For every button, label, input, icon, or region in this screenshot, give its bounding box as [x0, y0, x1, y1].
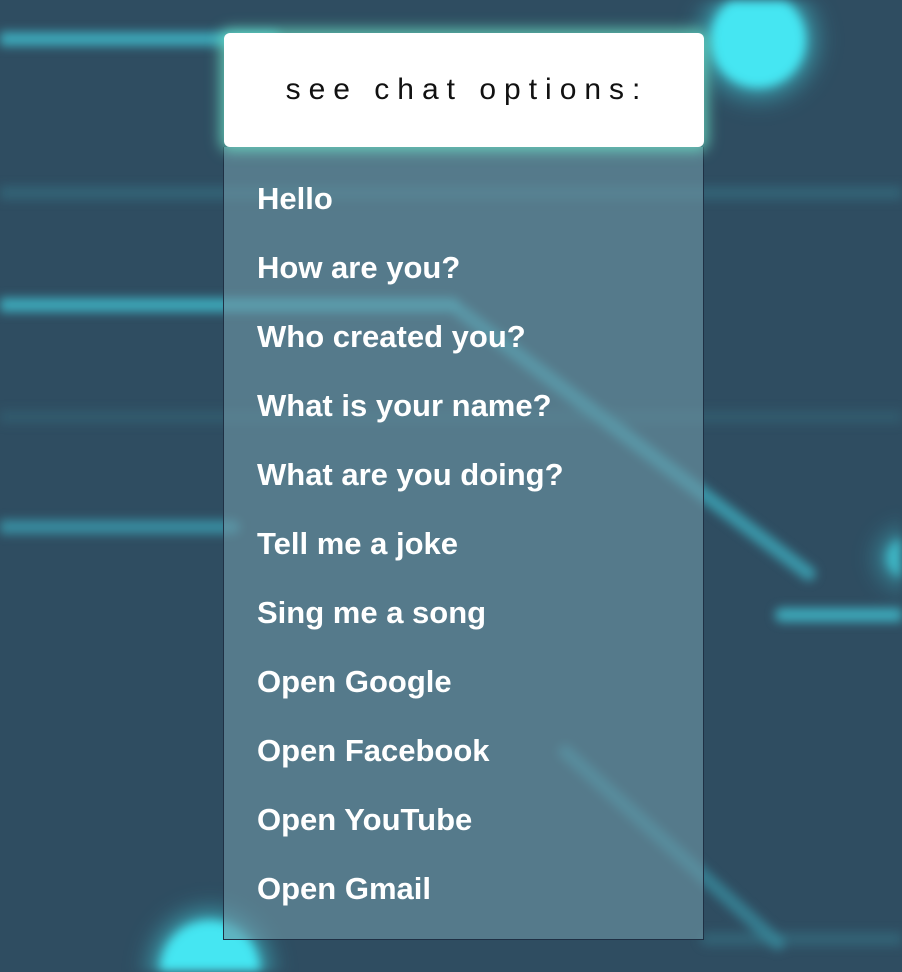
option-hello[interactable]: Hello — [257, 179, 703, 248]
option-tell-me-a-joke[interactable]: Tell me a joke — [257, 524, 703, 593]
option-open-google[interactable]: Open Google — [257, 662, 703, 731]
option-open-facebook[interactable]: Open Facebook — [257, 731, 703, 800]
option-sing-me-a-song[interactable]: Sing me a song — [257, 593, 703, 662]
option-how-are-you[interactable]: How are you? — [257, 248, 703, 317]
option-open-gmail[interactable]: Open Gmail — [257, 869, 703, 938]
option-what-is-your-name[interactable]: What is your name? — [257, 386, 703, 455]
option-who-created-you[interactable]: Who created you? — [257, 317, 703, 386]
header-title: see chat options: — [285, 73, 649, 106]
options-list: Hello How are you? Who created you? What… — [224, 147, 703, 938]
chat-options-dropdown: Hello How are you? Who created you? What… — [223, 147, 704, 940]
option-what-are-you-doing[interactable]: What are you doing? — [257, 455, 703, 524]
option-open-youtube[interactable]: Open YouTube — [257, 800, 703, 869]
chat-options-header[interactable]: see chat options: — [224, 33, 704, 147]
